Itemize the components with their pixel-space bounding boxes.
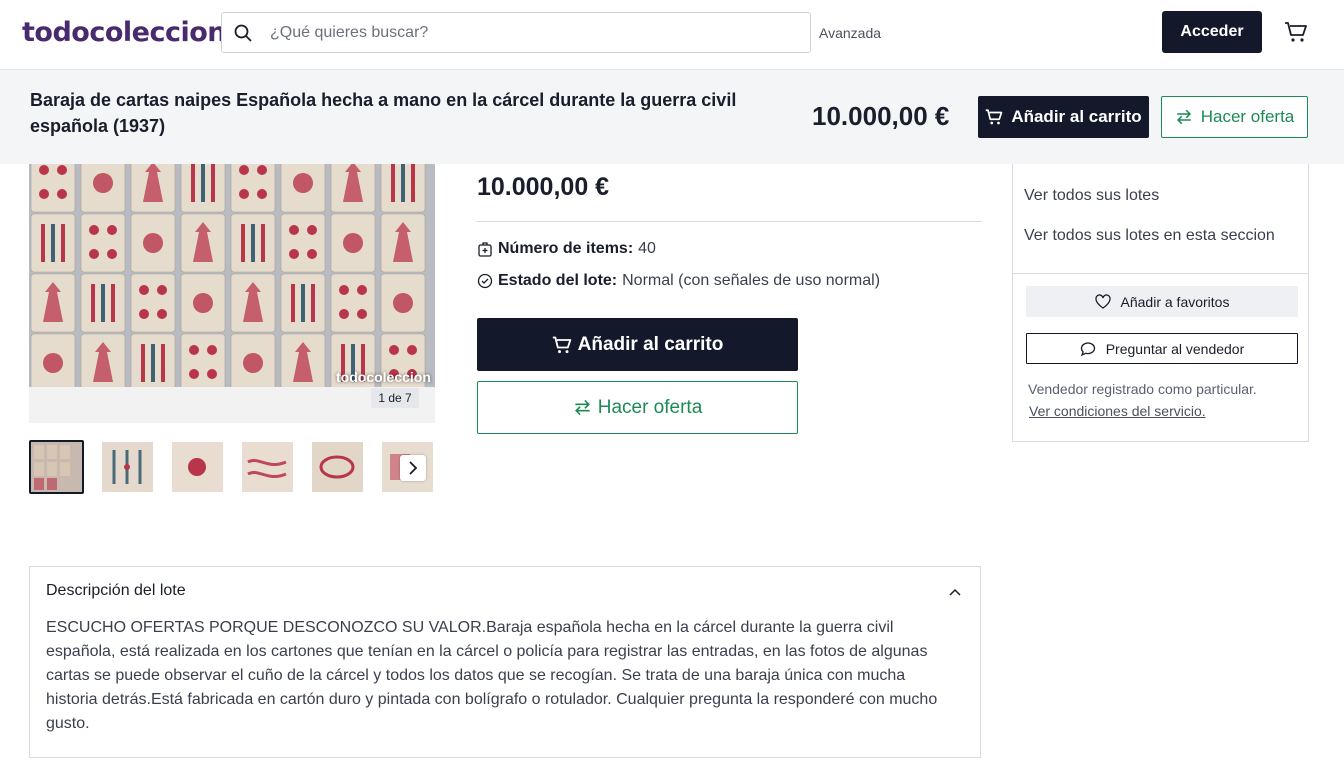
heart-icon	[1094, 294, 1111, 309]
make-offer-label: Hacer oferta	[597, 396, 703, 418]
condition-value: Normal (con señales de uso normal)	[622, 272, 881, 289]
chevron-right-icon	[409, 461, 418, 475]
card-deck-photo	[29, 164, 435, 387]
seller-type-note: Vendedor registrado como particular.	[1028, 381, 1257, 397]
seller-section-lots-link[interactable]: Ver todos sus lotes en esta seccion	[1024, 227, 1275, 245]
login-button[interactable]: Acceder	[1162, 11, 1262, 53]
search-box[interactable]	[221, 12, 811, 53]
sticky-price: 10.000,00 €	[812, 101, 950, 131]
check-badge-icon	[477, 273, 493, 289]
condition-label: Estado del lote:	[498, 272, 618, 289]
add-to-favorites-label: Añadir a favoritos	[1120, 293, 1230, 310]
thumbnail-1[interactable]	[29, 440, 84, 494]
make-offer-button[interactable]: Hacer oferta	[477, 381, 798, 434]
items-count-row: Número de items: 40	[477, 240, 656, 258]
search-icon	[234, 24, 252, 42]
main-product-image[interactable]	[29, 164, 435, 387]
condition-row: Estado del lote: Normal (con señales de …	[477, 272, 880, 290]
sticky-make-offer-button[interactable]: Hacer oferta	[1161, 96, 1308, 138]
product-price: 10.000,00 €	[477, 173, 610, 201]
swap-arrows-icon	[1176, 109, 1191, 125]
logo[interactable]: todocoleccion	[22, 17, 227, 48]
swap-arrows-icon	[574, 399, 590, 416]
chevron-up-icon[interactable]	[947, 584, 963, 600]
ask-seller-button[interactable]: Preguntar al vendedor	[1026, 333, 1298, 364]
sticky-add-to-cart-label: Añadir al carrito	[1011, 107, 1142, 126]
cart-icon	[986, 109, 1003, 125]
search-input[interactable]	[270, 21, 790, 45]
top-header: todocoleccion Avanzada Acceder	[0, 0, 1344, 70]
chat-bubble-icon	[1080, 341, 1095, 356]
items-label: Número de items:	[498, 240, 634, 257]
sticky-product-title: Baraja de cartas naipes Española hecha a…	[30, 90, 737, 136]
service-terms-link[interactable]: Ver condiciones del servicio.	[1029, 403, 1206, 419]
thumbnail-5[interactable]	[312, 442, 363, 492]
seller-all-lots-link[interactable]: Ver todos sus lotes	[1024, 187, 1159, 205]
cart-icon[interactable]	[1284, 20, 1308, 44]
divider	[477, 221, 982, 222]
thumbnail-4[interactable]	[242, 442, 293, 492]
add-to-cart-label: Añadir al carrito	[577, 333, 724, 355]
description-body: ESCUCHO OFERTAS PORQUE DESCONOZCO SU VAL…	[46, 619, 938, 732]
package-icon	[478, 242, 492, 257]
description-title[interactable]: Descripción del lote	[46, 582, 186, 600]
image-counter: 1 de 7	[371, 388, 419, 408]
sticky-make-offer-label: Hacer oferta	[1200, 107, 1295, 126]
add-to-cart-button[interactable]: Añadir al carrito	[477, 318, 798, 371]
thumbnail-3[interactable]	[172, 442, 223, 492]
ask-seller-label: Preguntar al vendedor	[1105, 340, 1245, 357]
thumbnail-2[interactable]	[102, 442, 153, 492]
thumbnail-next-button[interactable]	[400, 455, 426, 481]
add-to-favorites-button[interactable]: Añadir a favoritos	[1026, 286, 1298, 317]
cart-icon	[552, 336, 571, 353]
advanced-search-link[interactable]: Avanzada	[819, 25, 881, 41]
thumbnail-strip	[29, 440, 435, 494]
divider	[1012, 273, 1309, 274]
watermark: todocoleccion	[336, 369, 431, 385]
items-value: 40	[638, 240, 656, 257]
sticky-add-to-cart-button[interactable]: Añadir al carrito	[978, 96, 1149, 138]
